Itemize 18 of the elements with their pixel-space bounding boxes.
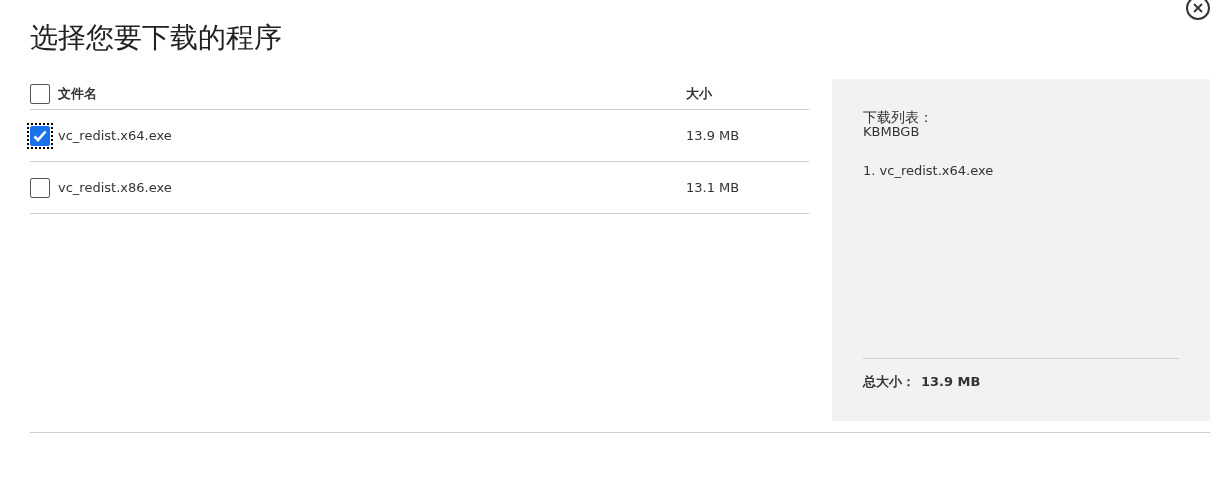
column-header: 文件名: [58, 85, 98, 104]
file-name: vc_redist.x64.exe: [58, 126, 173, 145]
summary-heading: 下载列表：: [863, 109, 934, 125]
dialog-title: 选择您要下载的程序: [30, 20, 283, 56]
close-icon: [1193, 3, 1203, 13]
checkbox[interactable]: [30, 125, 50, 146]
file-size: 13.9 MB: [686, 126, 740, 145]
file-name: vc_redist.x86.exe: [58, 178, 173, 197]
total-size-label: 总大小：: [863, 372, 915, 391]
checkbox[interactable]: [30, 84, 50, 104]
total-size-value: 13.9 MB: [921, 372, 981, 391]
checkbox[interactable]: [30, 177, 50, 198]
column-header: 大小: [686, 85, 712, 104]
download-code: KBMBGB: [863, 125, 921, 139]
checkmark-icon: [33, 129, 47, 142]
file-size: 13.1 MB: [686, 178, 740, 197]
download-item: 1. vc_redist.x64.exe: [863, 162, 995, 180]
close-button[interactable]: [1186, 0, 1210, 20]
